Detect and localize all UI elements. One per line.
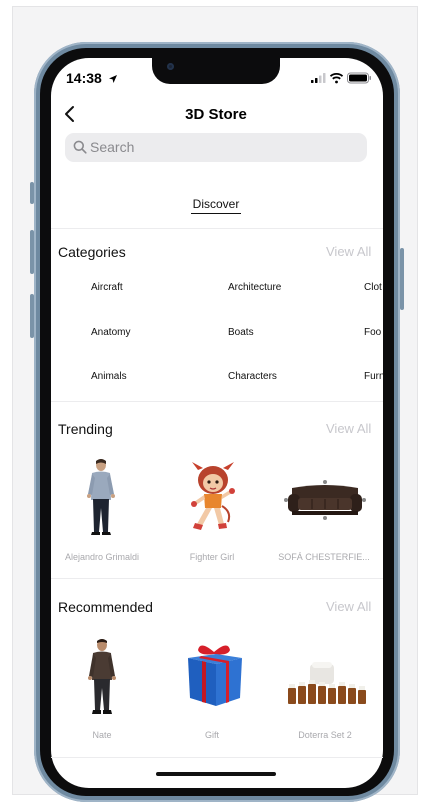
- man-figure-icon[interactable]: [86, 638, 118, 721]
- category-item[interactable]: Architecture: [228, 282, 281, 293]
- status-time-text: 14:38: [66, 70, 102, 86]
- product-label: SOFÁ CHESTERFIE...: [278, 552, 370, 562]
- divider: [51, 401, 383, 402]
- wifi-icon: [329, 73, 344, 84]
- search-placeholder: Search: [90, 139, 135, 155]
- categories-view-all-link[interactable]: View All: [326, 244, 371, 259]
- side-button: [400, 248, 404, 310]
- side-button: [30, 182, 34, 204]
- category-item[interactable]: Aircraft: [91, 282, 123, 293]
- battery-icon: [347, 72, 371, 84]
- divider: [51, 578, 383, 579]
- chevron-left-icon: [65, 106, 74, 122]
- bottle-set-icon[interactable]: [284, 660, 368, 715]
- side-button: [30, 230, 34, 274]
- tab-discover[interactable]: Discover: [186, 197, 246, 211]
- category-item[interactable]: Characters: [228, 371, 277, 382]
- status-icons: [311, 71, 373, 85]
- recommended-title: Recommended: [58, 599, 153, 615]
- category-item[interactable]: Foo: [364, 327, 381, 338]
- trending-view-all-link[interactable]: View All: [326, 421, 371, 436]
- cartoon-girl-figure-icon[interactable]: [188, 462, 240, 541]
- category-item[interactable]: Clot: [364, 282, 382, 293]
- divider: [51, 757, 383, 758]
- categories-grid: Aircraft Architecture Clot Anatomy Boats…: [51, 270, 383, 400]
- product-label: Nate: [92, 730, 112, 740]
- product-label: Alejandro Grimaldi: [64, 552, 140, 562]
- man-figure-icon[interactable]: [84, 458, 118, 543]
- product-label: Doterra Set 2: [298, 730, 352, 740]
- camera-icon: [167, 63, 174, 70]
- sofa-icon[interactable]: [282, 478, 368, 527]
- category-item[interactable]: Animals: [91, 371, 127, 382]
- tab-active-indicator: [191, 213, 241, 214]
- back-button[interactable]: [62, 104, 80, 124]
- search-input[interactable]: Search: [65, 133, 367, 162]
- categories-title: Categories: [58, 244, 126, 260]
- notch: [152, 58, 280, 84]
- search-icon: [73, 140, 87, 159]
- product-label: Gift: [204, 730, 219, 740]
- status-time: 14:38: [66, 70, 118, 87]
- divider: [51, 228, 383, 229]
- category-item[interactable]: Anatomy: [91, 327, 130, 338]
- signal-icon: [311, 73, 326, 83]
- location-arrow-icon: [108, 71, 118, 87]
- gift-box-icon[interactable]: [182, 640, 246, 715]
- trending-title: Trending: [58, 421, 113, 437]
- category-item[interactable]: Boats: [228, 327, 254, 338]
- page-title: 3D Store: [185, 106, 247, 123]
- side-button: [30, 294, 34, 338]
- home-indicator[interactable]: [156, 772, 276, 776]
- category-item[interactable]: Furn: [364, 371, 383, 382]
- product-label: Fighter Girl: [189, 552, 235, 562]
- recommended-view-all-link[interactable]: View All: [326, 599, 371, 614]
